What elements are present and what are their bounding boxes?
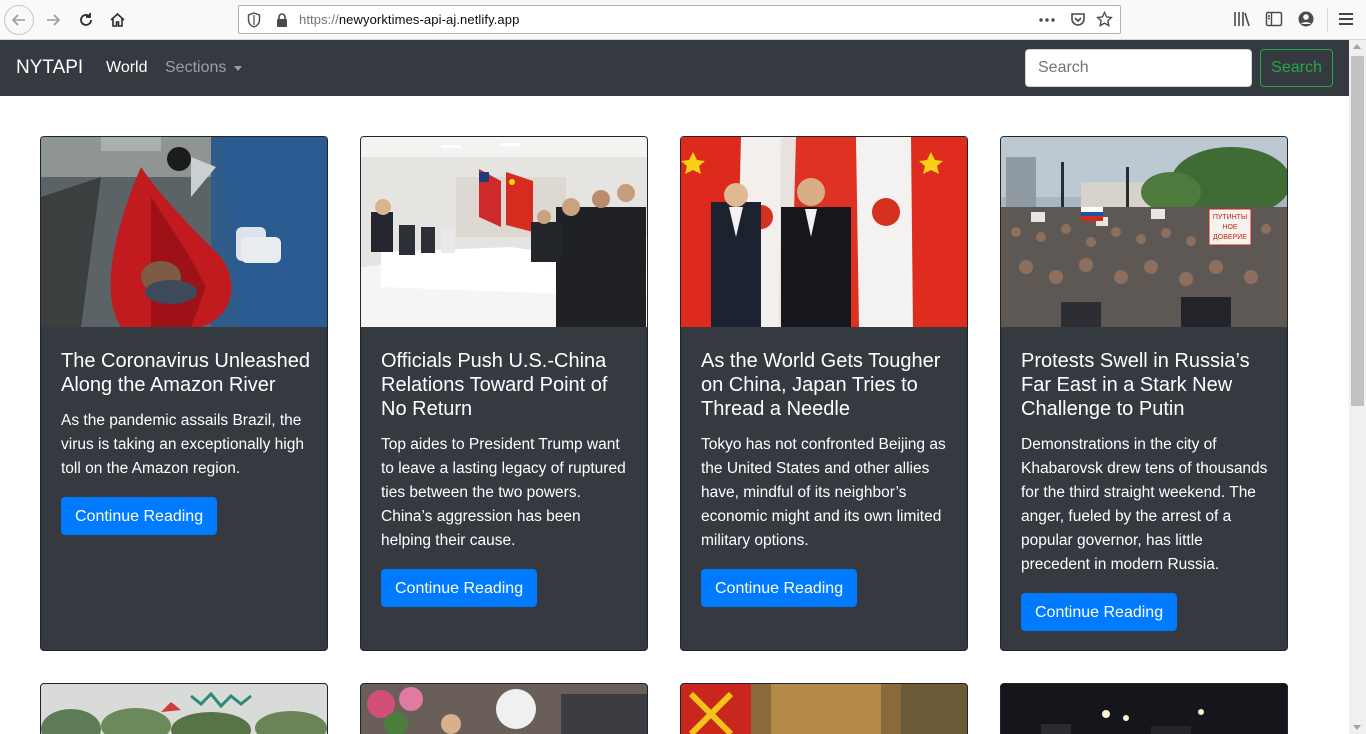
- continue-reading-button[interactable]: Continue Reading: [701, 569, 858, 607]
- address-bar[interactable]: https://newyorktimes-api-aj.netlify.app: [238, 5, 1121, 34]
- search-input[interactable]: [1025, 49, 1252, 87]
- brand-logo[interactable]: NYTAPI: [16, 57, 83, 79]
- protest-sign-line-1: ПУТИНТЫ: [1213, 214, 1247, 221]
- lock-icon[interactable]: [275, 12, 289, 28]
- url-scheme: https://: [299, 12, 339, 27]
- card-body: The Coronavirus Unleashed Along the Amaz…: [61, 349, 311, 535]
- article-image[interactable]: ПУТИНТЫ НОЕ ДОВЕРИЕ: [1001, 137, 1287, 327]
- caret-down-icon: [234, 65, 243, 71]
- article-abstract: Demonstrations in the city of Khabarovsk…: [1021, 436, 1268, 573]
- article-title: As the World Gets Tougher on China, Japa…: [701, 350, 941, 420]
- toolbar-separator: [1327, 8, 1328, 32]
- article-image[interactable]: [1001, 684, 1287, 734]
- article-card: ПУТИНТЫ НОЕ ДОВЕРИЕ Protests Swell in Ru…: [1000, 136, 1288, 651]
- scroll-thumb[interactable]: [1351, 56, 1364, 406]
- pocket-icon[interactable]: [1070, 12, 1086, 28]
- protest-sign-line-2: НОЕ: [1222, 224, 1238, 231]
- url-host: newyorktimes-api-aj.netlify.app: [338, 12, 520, 27]
- sidebar-icon[interactable]: [1265, 10, 1283, 28]
- scroll-down-arrow[interactable]: [1353, 725, 1361, 730]
- article-card: As the World Gets Tougher on China, Japa…: [680, 136, 968, 651]
- bookmark-star-icon[interactable]: [1096, 11, 1113, 28]
- home-icon: [109, 12, 125, 27]
- article-card: Officials Push U.S.-China Relations Towa…: [360, 136, 648, 651]
- article-image[interactable]: [41, 684, 327, 734]
- article-card: [40, 683, 328, 734]
- card-body: As the World Gets Tougher on China, Japa…: [701, 349, 951, 607]
- scroll-up-arrow[interactable]: [1353, 44, 1361, 49]
- nav-link-world[interactable]: World: [106, 59, 148, 77]
- continue-reading-button[interactable]: Continue Reading: [61, 497, 218, 535]
- article-image[interactable]: [361, 684, 647, 734]
- continue-reading-button[interactable]: Continue Reading: [381, 569, 538, 607]
- library-icon[interactable]: [1233, 10, 1251, 28]
- arrow-right-icon: [47, 14, 61, 26]
- card-body: Officials Push U.S.-China Relations Towa…: [381, 349, 631, 607]
- site-navbar: NYTAPI World Sections Search: [0, 40, 1349, 96]
- article-abstract: Top aides to President Trump want to lea…: [381, 436, 626, 549]
- article-title: The Coronavirus Unleashed Along the Amaz…: [61, 350, 311, 396]
- url-text[interactable]: https://newyorktimes-api-aj.netlify.app: [299, 12, 519, 27]
- reload-icon: [80, 13, 92, 26]
- article-image[interactable]: [361, 137, 647, 327]
- search-button[interactable]: Search: [1260, 49, 1333, 87]
- arrow-left-icon: [11, 14, 25, 26]
- page-content: NYTAPI World Sections Search The Coronav…: [0, 40, 1349, 734]
- article-abstract: Tokyo has not confronted Beijing as the …: [701, 436, 946, 549]
- browser-toolbar: https://newyorktimes-api-aj.netlify.app: [0, 0, 1366, 40]
- home-button[interactable]: [102, 5, 132, 35]
- nav-sections-label: Sections: [165, 59, 227, 76]
- article-card: [1000, 683, 1288, 734]
- forward-button[interactable]: [38, 5, 68, 35]
- article-image[interactable]: [41, 137, 327, 327]
- article-image[interactable]: [681, 137, 967, 327]
- article-title: Officials Push U.S.-China Relations Towa…: [381, 350, 608, 420]
- article-card: [680, 683, 968, 734]
- back-button[interactable]: [4, 5, 34, 35]
- hamburger-menu-icon[interactable]: [1338, 10, 1354, 28]
- nav-dropdown-sections[interactable]: Sections: [165, 59, 243, 77]
- article-card: [360, 683, 648, 734]
- article-title: Protests Swell in Russia’s Far East in a…: [1021, 350, 1250, 420]
- article-abstract: As the pandemic assails Brazil, the viru…: [61, 412, 304, 477]
- page-scrollbar[interactable]: [1349, 40, 1366, 734]
- article-card: The Coronavirus Unleashed Along the Amaz…: [40, 136, 328, 651]
- card-body: Protests Swell in Russia’s Far East in a…: [1021, 349, 1271, 631]
- page-actions-icon[interactable]: [1038, 12, 1056, 28]
- article-image[interactable]: [681, 684, 967, 734]
- account-icon[interactable]: [1297, 10, 1315, 28]
- shield-icon[interactable]: [247, 12, 261, 28]
- continue-reading-button[interactable]: Continue Reading: [1021, 593, 1178, 631]
- protest-sign-line-3: ДОВЕРИЕ: [1213, 234, 1247, 241]
- reload-button[interactable]: [71, 5, 101, 35]
